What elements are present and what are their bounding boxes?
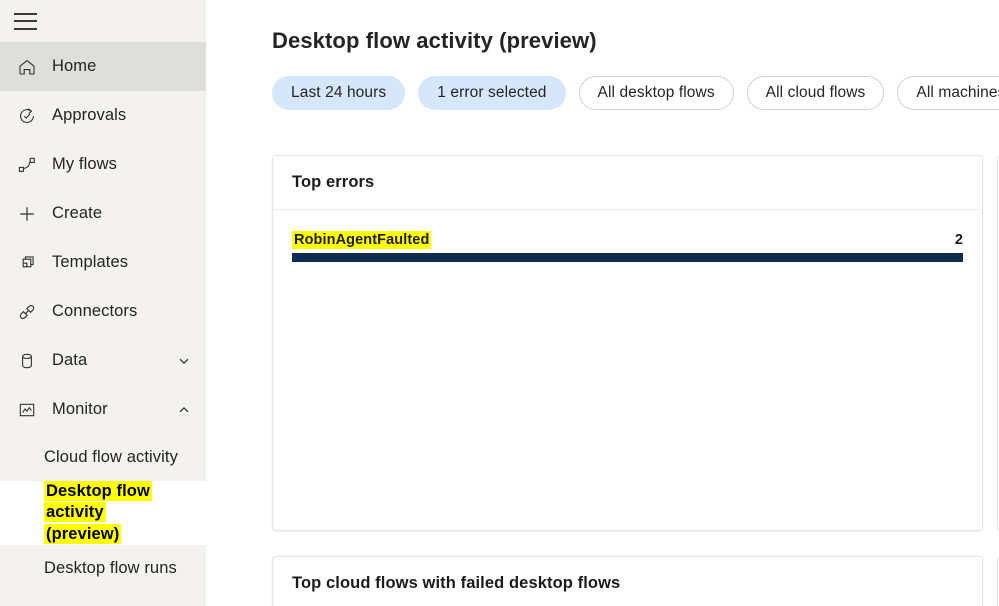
card-top-cloud-flows: Top cloud flows with failed desktop flow… — [272, 556, 983, 606]
sidebar: Home Approvals My flows Create Templates… — [0, 0, 206, 606]
chevron-up-icon[interactable] — [176, 402, 192, 418]
sidebar-item-create[interactable]: Create — [0, 189, 206, 238]
chevron-down-icon[interactable] — [176, 353, 192, 369]
filter-pill-error-selected[interactable]: 1 error selected — [418, 76, 566, 110]
filter-pill-bar: Last 24 hours 1 error selected All deskt… — [272, 76, 999, 110]
sidebar-item-label: Create — [52, 203, 103, 222]
sidebar-item-label: Monitor — [52, 399, 108, 418]
card-header: Top errors — [273, 156, 982, 210]
filter-pill-all-cloud-flows[interactable]: All cloud flows — [746, 76, 885, 110]
highlight-marker: RobinAgentFaulted — [292, 231, 432, 249]
sidebar-subitem-label: Cloud flow activity — [44, 447, 178, 466]
card-title: Top cloud flows with failed desktop flow… — [292, 574, 621, 592]
hamburger-icon[interactable] — [14, 12, 37, 30]
hamburger-menu-button[interactable] — [0, 0, 206, 42]
sidebar-item-label: Templates — [52, 252, 129, 271]
sidebar-item-label: Connectors — [52, 301, 138, 320]
highlight-marker: Desktop flow activity (preview) — [44, 481, 152, 544]
templates-icon — [16, 252, 38, 274]
plus-icon — [16, 203, 38, 225]
card-header: Top cloud flows with failed desktop flow… — [273, 557, 982, 606]
approvals-icon — [16, 105, 38, 127]
sidebar-item-label: Data — [52, 350, 88, 369]
sidebar-item-label: My flows — [52, 154, 117, 173]
card-title: Top errors — [292, 173, 375, 191]
sidebar-subitem-desktop-flow-runs[interactable]: Desktop flow runs — [0, 545, 206, 592]
sidebar-item-my-flows[interactable]: My flows — [0, 140, 206, 189]
my-flows-icon — [16, 154, 38, 176]
bar-value-label: 2 — [954, 232, 963, 248]
sidebar-nav-list: Home Approvals My flows Create Templates… — [0, 42, 206, 592]
sidebar-item-data[interactable]: Data — [0, 336, 206, 385]
sidebar-item-home[interactable]: Home — [0, 42, 206, 91]
bar-track — [292, 253, 963, 262]
card-top-errors: Top errors RobinAgentFaulted 2 — [272, 155, 983, 531]
main-content: Desktop flow activity (preview) Last 24 … — [206, 0, 999, 606]
filter-pill-last-24-hours[interactable]: Last 24 hours — [272, 76, 406, 110]
sidebar-item-label: Home — [52, 56, 97, 75]
monitor-icon — [16, 399, 38, 421]
card-body: RobinAgentFaulted 2 — [273, 210, 982, 262]
page-title: Desktop flow activity (preview) — [272, 27, 597, 53]
database-icon — [16, 350, 38, 372]
connectors-icon — [16, 301, 38, 323]
sidebar-item-label: Approvals — [52, 105, 127, 124]
app-root: Home Approvals My flows Create Templates… — [0, 0, 999, 606]
sidebar-item-monitor[interactable]: Monitor — [0, 385, 206, 434]
sidebar-subitem-label: Desktop flow runs — [44, 559, 177, 578]
sidebar-item-approvals[interactable]: Approvals — [0, 91, 206, 140]
sidebar-item-connectors[interactable]: Connectors — [0, 287, 206, 336]
sidebar-subitem-cloud-flow-activity[interactable]: Cloud flow activity — [0, 434, 206, 481]
filter-pill-all-machines[interactable]: All machines — [897, 76, 999, 110]
home-icon — [16, 56, 38, 78]
bar-category-label: RobinAgentFaulted — [292, 231, 432, 249]
bar-chart-row[interactable]: RobinAgentFaulted 2 — [292, 231, 963, 262]
sidebar-subitem-label: Desktop flow activity (preview) — [44, 481, 176, 545]
sidebar-item-templates[interactable]: Templates — [0, 238, 206, 287]
filter-pill-all-desktop-flows[interactable]: All desktop flows — [578, 76, 734, 110]
sidebar-subitem-desktop-flow-activity[interactable]: Desktop flow activity (preview) — [0, 481, 206, 546]
bar-fill — [292, 253, 963, 262]
bar-row-labels: RobinAgentFaulted 2 — [292, 231, 963, 249]
